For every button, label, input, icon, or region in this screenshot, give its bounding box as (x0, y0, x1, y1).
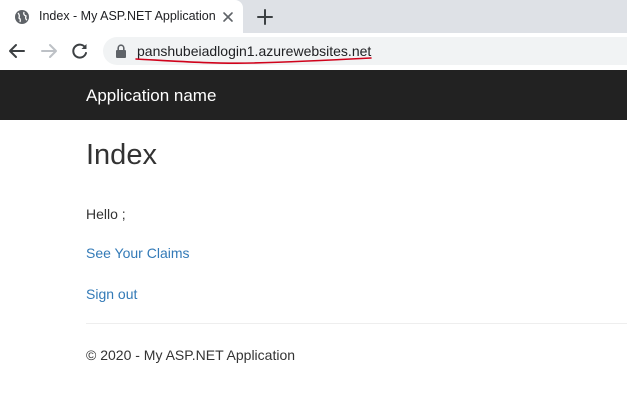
browser-tab[interactable]: Index - My ASP.NET Application (0, 0, 243, 33)
globe-icon (15, 10, 29, 24)
footer-copyright: © 2020 - My ASP.NET Application (86, 347, 296, 363)
greeting-text: Hello ; (86, 206, 126, 222)
browser-tab-strip: Index - My ASP.NET Application (0, 0, 627, 33)
red-underline-annotation (135, 57, 372, 64)
page-title: Index (86, 139, 157, 171)
address-bar[interactable]: panshubeiadlogin1.azurewebsites.net (103, 37, 627, 65)
tab-title: Index - My ASP.NET Application (39, 9, 216, 23)
lock-icon (116, 44, 126, 58)
new-tab-plus-icon[interactable] (255, 7, 275, 27)
brand-link[interactable]: Application name (86, 86, 216, 106)
sign-out-link[interactable]: Sign out (86, 286, 137, 302)
forward-arrow-icon[interactable] (39, 41, 59, 61)
browser-toolbar: panshubeiadlogin1.azurewebsites.net (0, 33, 627, 71)
reload-icon[interactable] (70, 41, 90, 61)
close-tab-icon[interactable] (219, 8, 237, 26)
back-arrow-icon[interactable] (7, 41, 27, 61)
site-navbar: Application name (0, 70, 627, 120)
footer-divider (86, 323, 627, 324)
see-claims-link[interactable]: See Your Claims (86, 245, 190, 261)
